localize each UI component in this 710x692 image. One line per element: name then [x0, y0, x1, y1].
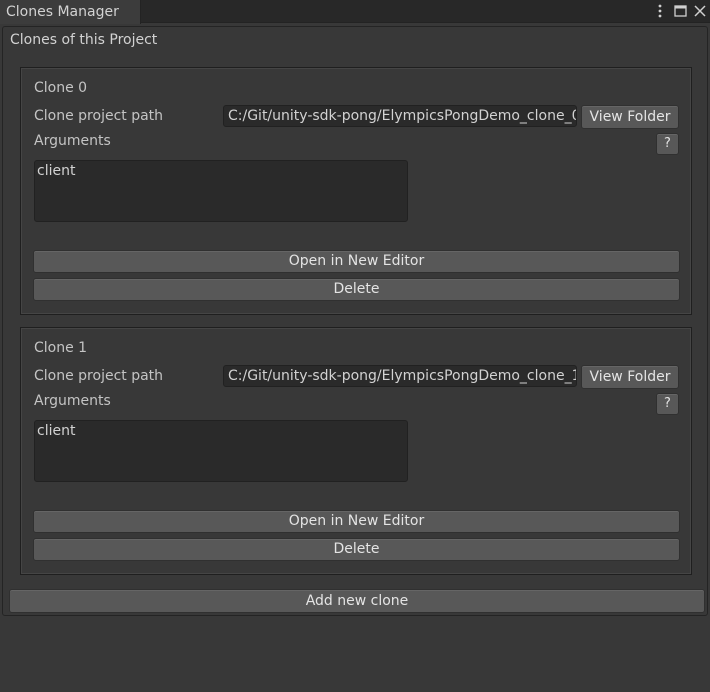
arguments-label: Arguments — [34, 393, 111, 409]
window-controls — [652, 0, 708, 22]
arguments-textarea[interactable]: client — [34, 160, 408, 222]
help-button[interactable]: ? — [656, 393, 679, 415]
clone-title: Clone 1 — [34, 340, 88, 356]
maximize-icon[interactable] — [672, 2, 688, 20]
section-title: Clones of this Project — [10, 32, 158, 48]
view-folder-button[interactable]: View Folder — [581, 365, 679, 389]
clone-card: Clone 0 Clone project path C:/Git/unity-… — [20, 67, 692, 315]
clone-path-field[interactable]: C:/Git/unity-sdk-pong/ElympicsPongDemo_c… — [223, 365, 577, 387]
clone-title: Clone 0 — [34, 80, 88, 96]
tab-clones-manager[interactable]: Clones Manager — [0, 0, 141, 24]
close-icon[interactable] — [692, 2, 708, 20]
clone-card: Clone 1 Clone project path C:/Git/unity-… — [20, 327, 692, 575]
arguments-label: Arguments — [34, 133, 111, 149]
delete-button[interactable]: Delete — [33, 538, 680, 561]
arguments-textarea[interactable]: client — [34, 420, 408, 482]
clone-path-field[interactable]: C:/Git/unity-sdk-pong/ElympicsPongDemo_c… — [223, 105, 577, 127]
clones-panel: Clones of this Project Clone 0 Clone pro… — [2, 26, 708, 616]
open-in-new-editor-button[interactable]: Open in New Editor — [33, 250, 680, 273]
open-in-new-editor-button[interactable]: Open in New Editor — [33, 510, 680, 533]
delete-button[interactable]: Delete — [33, 278, 680, 301]
clone-path-label: Clone project path — [34, 368, 164, 384]
window-tab-bar: Clones Manager — [0, 0, 710, 24]
kebab-menu-icon[interactable] — [652, 2, 668, 20]
view-folder-button[interactable]: View Folder — [581, 105, 679, 129]
clone-path-label: Clone project path — [34, 108, 164, 124]
add-new-clone-button[interactable]: Add new clone — [9, 589, 705, 613]
help-button[interactable]: ? — [656, 133, 679, 155]
